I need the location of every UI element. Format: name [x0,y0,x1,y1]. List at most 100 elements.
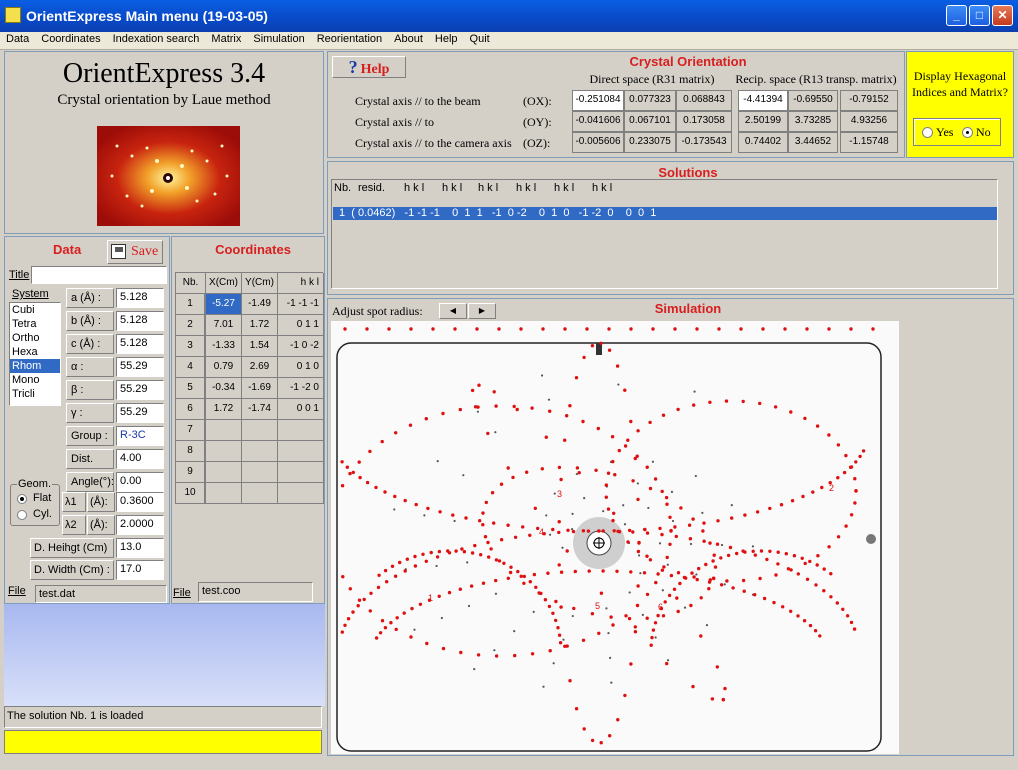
coord-cell-0-0[interactable]: 1 [176,294,206,315]
coord-cell-8-1[interactable] [206,462,242,483]
flat-radio[interactable] [17,494,27,504]
coord-cell-4-2[interactable]: -1.69 [242,378,278,399]
system-option-tricli[interactable]: Tricli [10,387,60,401]
spot-radius-increase-button[interactable]: ▶ [468,303,496,319]
solutions-list[interactable]: Nb. resid. h k lh k lh k lh k lh k lh k l … [331,179,998,289]
lambda2-input[interactable]: 2.0000 [116,515,164,535]
coord-cell-9-3[interactable] [278,483,324,504]
coord-cell-0-2[interactable]: -1.49 [242,294,278,315]
coordinates-grid[interactable]: Nb. X(Cm) Y(Cm) h k l 1 -5.27 -1.49 -1 -1 -1 2 7.… [175,272,324,504]
spot-arc-bottom-2 [615,569,619,573]
coord-cell-2-2[interactable]: 1.54 [242,336,278,357]
system-option-tetra[interactable]: Tetra [10,317,60,331]
coord-cell-3-1[interactable]: 0.79 [206,357,242,378]
coord-cell-5-3[interactable]: 0 0 1 [278,399,324,420]
menu-item-reorientation[interactable]: Reorientation [311,32,388,45]
coord-cell-7-0[interactable]: 8 [176,441,206,462]
coord-cell-8-3[interactable] [278,462,324,483]
cyl-label: Cyl. [33,508,52,520]
param-input-8[interactable]: 0.00 [116,472,164,492]
spot-arc-top [492,521,496,525]
system-option-cubi[interactable]: Cubi [10,303,60,317]
close-button[interactable]: ✕ [992,5,1013,26]
coord-cell-7-2[interactable] [242,441,278,462]
system-option-ortho[interactable]: Ortho [10,331,60,345]
coord-cell-9-0[interactable]: 10 [176,483,206,504]
param-input-5[interactable]: 55.29 [116,403,164,423]
coord-cell-3-3[interactable]: 0 1 0 [278,357,324,378]
menu-item-indexation-search[interactable]: Indexation search [107,32,206,45]
coord-cell-8-2[interactable] [242,462,278,483]
spot-arc-lower-left [539,591,543,596]
coord-cell-2-3[interactable]: -1 0 -2 [278,336,324,357]
system-option-hexa[interactable]: Hexa [10,345,60,359]
spot-radius-decrease-button[interactable]: ◀ [439,303,467,319]
no-radio[interactable] [962,127,973,138]
spot-ellipse-inner [554,599,558,604]
coord-cell-7-3[interactable] [278,441,324,462]
param-input-4[interactable]: 55.29 [116,380,164,400]
menu-item-coordinates[interactable]: Coordinates [35,32,106,45]
coord-cell-9-1[interactable] [206,483,242,504]
param-input-2[interactable]: 5.128 [116,334,164,354]
maximize-button[interactable]: □ [969,5,990,26]
spot-ellipse-right [692,575,696,579]
coord-file-input[interactable]: test.coo [198,582,313,602]
param-input-7[interactable]: 4.00 [116,449,164,469]
system-option-mono[interactable]: Mono [10,373,60,387]
coord-cell-6-2[interactable] [242,420,278,441]
coord-cell-4-3[interactable]: -1 -2 0 [278,378,324,399]
coord-cell-7-1[interactable] [206,441,242,462]
width-input[interactable]: 17.0 [116,560,164,580]
cyl-radio[interactable] [17,510,27,520]
coord-cell-1-1[interactable]: 7.01 [206,315,242,336]
title-input[interactable] [31,266,167,284]
menu-item-about[interactable]: About [388,32,429,45]
coord-cell-2-0[interactable]: 3 [176,336,206,357]
menu-item-simulation[interactable]: Simulation [247,32,310,45]
coord-cell-2-1[interactable]: -1.33 [206,336,242,357]
coord-cell-1-2[interactable]: 1.72 [242,315,278,336]
minimize-button[interactable]: _ [946,5,967,26]
coord-cell-6-3[interactable] [278,420,324,441]
spot-ellipse-left [494,404,498,408]
coord-cell-6-0[interactable]: 7 [176,420,206,441]
coord-cell-4-0[interactable]: 5 [176,378,206,399]
yes-radio[interactable] [922,127,933,138]
coord-cell-3-2[interactable]: 2.69 [242,357,278,378]
data-file-input[interactable]: test.dat [35,585,167,603]
save-button[interactable]: Save [107,240,163,264]
coord-cell-1-3[interactable]: 0 1 1 [278,315,324,336]
param-input-6[interactable]: R-3C [116,426,164,446]
lattice-spot [666,563,669,566]
menu-item-matrix[interactable]: Matrix [205,32,247,45]
coord-cell-5-1[interactable]: 1.72 [206,399,242,420]
coord-cell-3-0[interactable]: 4 [176,357,206,378]
coord-cell-5-0[interactable]: 6 [176,399,206,420]
menu-item-data[interactable]: Data [0,32,35,45]
solution-row-selected[interactable]: 1 ( 0.0462) -1 -1 -1 0 1 1 -1 0 -2 0 1 0… [333,207,997,220]
spot-arc-bottom [715,542,720,546]
coord-cell-6-1[interactable] [206,420,242,441]
lattice-spot [453,519,456,523]
param-input-1[interactable]: 5.128 [116,311,164,331]
param-input-0[interactable]: 5.128 [116,288,164,308]
heihgt-input[interactable]: 13.0 [116,538,164,558]
coord-cell-4-1[interactable]: -0.34 [206,378,242,399]
param-input-3[interactable]: 55.29 [116,357,164,377]
laue-simulation-canvas[interactable]: 1 2 3 4 5 6 [331,321,899,754]
menu-item-quit[interactable]: Quit [464,32,496,45]
system-list[interactable]: Cubi Tetra Ortho Hexa Rhom Mono Tricli [9,302,61,406]
spot-arc-bottom-2 [719,583,724,587]
lambda1-input[interactable]: 0.3600 [116,492,164,512]
coord-cell-5-2[interactable]: -1.74 [242,399,278,420]
coord-cell-9-2[interactable] [242,483,278,504]
coord-cell-1-0[interactable]: 2 [176,315,206,336]
system-option-rhom[interactable]: Rhom [10,359,60,373]
coord-cell-8-0[interactable]: 9 [176,462,206,483]
help-button[interactable]: ? Help [332,56,406,78]
coord-cell-0-1[interactable]: -5.27 [206,294,242,315]
menu-item-help[interactable]: Help [429,32,464,45]
coord-cell-0-3[interactable]: -1 -1 -1 [278,294,324,315]
recip-cell-0-1: -0.69550 [788,90,838,111]
